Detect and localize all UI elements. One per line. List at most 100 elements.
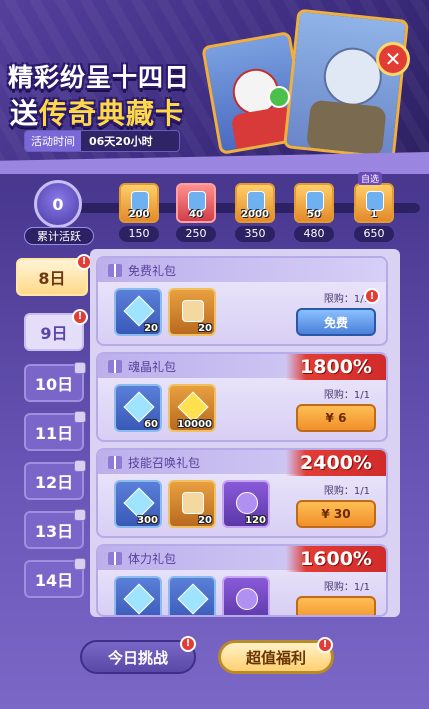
reward-item[interactable]: 120	[222, 480, 270, 528]
event-time-bar: 活动时间 06天20小时	[24, 130, 180, 152]
gift-icon	[108, 263, 122, 277]
crystal-shard-icon	[231, 583, 263, 615]
reward-item[interactable]	[222, 576, 270, 615]
close-button[interactable]: ✕	[376, 42, 410, 76]
tab-day-11[interactable]: 11日	[24, 411, 86, 451]
pack-title: 技能召唤礼包	[128, 455, 201, 470]
lock-icon	[74, 558, 86, 570]
milestone-reward-150[interactable]: 200 150	[117, 183, 161, 242]
lock-icon	[74, 460, 86, 472]
time-remaining: 06天20小时	[89, 135, 153, 148]
milestone-reward-480[interactable]: 50 480	[292, 183, 336, 242]
pack-free: 免费礼包 20 20 限购：1/1 免费 !	[96, 256, 388, 346]
buy-button[interactable]: ¥ 6	[296, 404, 376, 432]
milestone-reward-350[interactable]: 2000 350	[233, 183, 277, 242]
soul-crystal-icon	[123, 295, 155, 327]
milestone-chest: 2000	[235, 183, 275, 223]
item-count: 20	[198, 323, 212, 334]
super-welfare-button[interactable]: 超值福利 !	[218, 637, 334, 674]
milestone-chest: 自选 1	[354, 172, 394, 223]
title-prefix: 送	[10, 97, 40, 130]
purchase-limit: 限购：1/1	[323, 294, 370, 305]
pack-title: 体力礼包	[128, 551, 177, 566]
buy-button[interactable]: ¥ 30	[296, 500, 376, 528]
tab-label: 9日	[40, 324, 68, 343]
summon-scroll-icon	[182, 492, 204, 514]
lock-icon	[74, 509, 86, 521]
reward-item[interactable]	[114, 576, 162, 615]
tab-day-12[interactable]: 12日	[24, 460, 86, 500]
item-count: 20	[198, 515, 212, 526]
notification-badge: !	[180, 636, 196, 652]
gem-cluster-icon	[306, 191, 324, 211]
gift-icon	[108, 551, 122, 565]
buy-button[interactable]	[296, 596, 376, 615]
ticket-icon	[247, 191, 265, 211]
event-panel: 精彩纷呈十四日 送传奇典藏卡 活动时间 06天20小时 ✕ 0 累计活跃 200…	[0, 0, 429, 709]
treasure-chest-icon	[366, 191, 384, 211]
milestone-reward-650[interactable]: 自选 1 650	[352, 172, 396, 242]
pack-soul-crystal: 魂晶礼包 1800% 60 10000 限购：1/1 ¥ 6	[96, 352, 388, 442]
tab-day-13[interactable]: 13日	[24, 509, 86, 549]
daily-challenge-button[interactable]: 今日挑战 !	[80, 636, 196, 674]
total-activity-label: 累计活跃	[24, 227, 94, 245]
soul-crystal-icon	[123, 487, 155, 519]
soul-crystal-icon	[123, 391, 155, 423]
milestone-threshold: 250	[176, 226, 216, 242]
reward-item[interactable]: 20	[168, 288, 216, 336]
pack-skill-summon: 技能召唤礼包 2400% 300 20 120 限购：1/1 ¥ 30	[96, 448, 388, 538]
wolf-character-icon	[320, 44, 385, 109]
tab-day-9[interactable]: 9日 !	[24, 309, 88, 351]
pack-stamina: 体力礼包 1600% 限购：1/1	[96, 544, 388, 617]
tab-label: 11日	[34, 424, 74, 443]
gift-icon	[108, 359, 122, 373]
claim-free-button[interactable]: 免费	[296, 308, 376, 336]
character-body	[305, 99, 387, 158]
gold-gem-icon	[177, 391, 209, 423]
item-count: 10000	[177, 419, 212, 430]
orb-icon	[188, 191, 206, 211]
title-main: 传奇典藏卡	[39, 97, 185, 130]
tab-label: 12日	[34, 473, 74, 492]
scroll-icon	[182, 300, 204, 322]
discount-badge: 1600%	[286, 546, 386, 572]
milestone-threshold: 650	[354, 226, 394, 242]
purchase-limit: 限购：1/1	[323, 582, 370, 593]
pack-header: 免费礼包	[98, 258, 386, 282]
gear-puzzle-icon	[231, 487, 263, 519]
pack-title: 免费礼包	[128, 263, 177, 278]
reward-item[interactable]: 10000	[168, 384, 216, 432]
optional-tag: 自选	[358, 172, 383, 185]
close-icon: ✕	[384, 47, 402, 71]
item-count: 300	[137, 515, 158, 526]
reward-item[interactable]: 60	[114, 384, 162, 432]
milestone-count: 200	[128, 209, 150, 220]
event-title-line1: 精彩纷呈十四日	[8, 63, 191, 92]
milestone-chest: 200	[119, 183, 159, 223]
reward-item[interactable]: 300	[114, 480, 162, 528]
lock-icon	[74, 411, 86, 423]
milestone-threshold: 350	[235, 226, 275, 242]
tab-label: 10日	[34, 375, 74, 394]
tab-day-14[interactable]: 14日	[24, 558, 86, 598]
discount-badge: 2400%	[286, 450, 386, 476]
pack-title: 魂晶礼包	[128, 359, 177, 374]
purchase-limit: 限购：1/1	[323, 486, 370, 497]
tab-day-10[interactable]: 10日	[24, 362, 86, 402]
reward-item[interactable]	[168, 576, 216, 615]
tab-label: 13日	[34, 522, 74, 541]
time-label: 活动时间	[25, 131, 81, 151]
milestone-threshold: 150	[119, 226, 159, 242]
item-count: 60	[144, 419, 158, 430]
milestone-count: 40	[189, 209, 203, 220]
notification-badge: !	[317, 637, 333, 653]
milestone-reward-250[interactable]: 40 250	[174, 183, 218, 242]
milestone-threshold: 480	[294, 226, 334, 242]
reward-item[interactable]: 20	[114, 288, 162, 336]
tab-day-8[interactable]: 8日 !	[16, 254, 92, 296]
tab-label: 14日	[34, 571, 74, 590]
reward-item[interactable]: 20	[168, 480, 216, 528]
soul-crystal-icon	[123, 583, 155, 615]
card-badge-icon	[268, 86, 290, 108]
notification-badge: !	[364, 288, 380, 304]
